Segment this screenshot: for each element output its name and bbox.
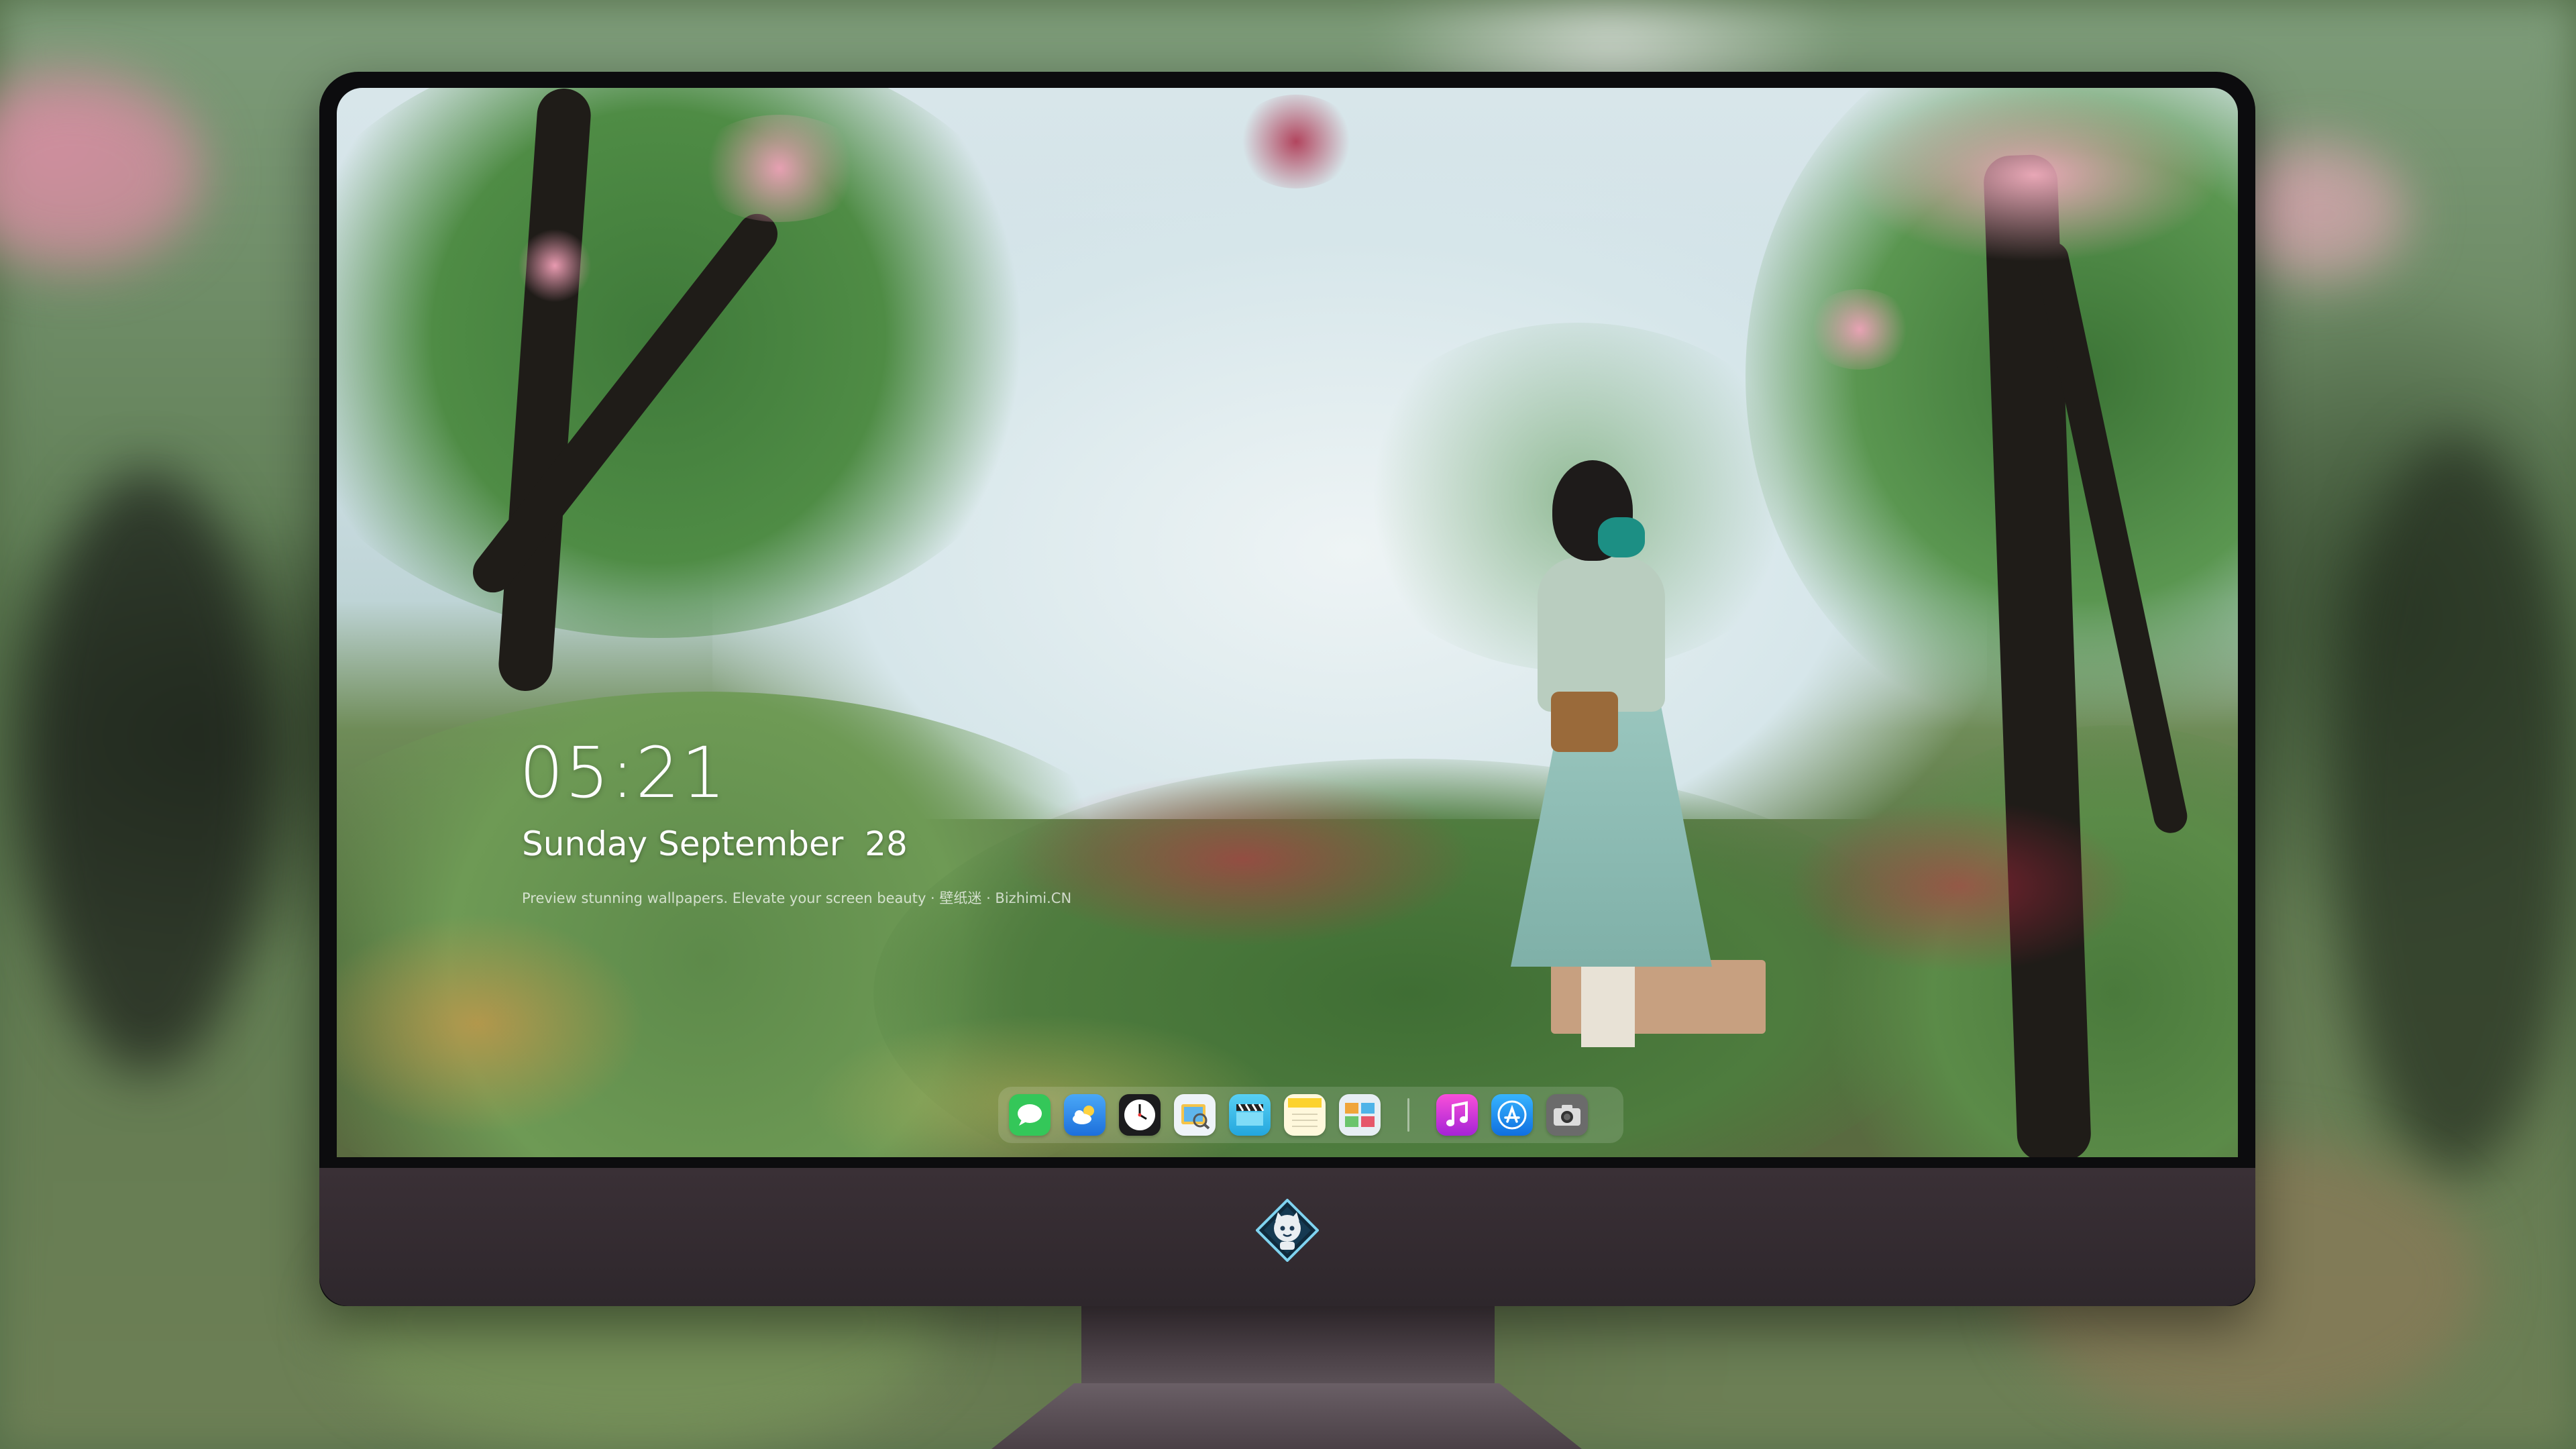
lockscreen-time: 05:21 (519, 732, 727, 814)
clock-icon[interactable] (1119, 1094, 1161, 1136)
notes-icon[interactable] (1284, 1094, 1326, 1136)
messages-icon[interactable] (1009, 1094, 1051, 1136)
monitor-stand-base (991, 1383, 1582, 1449)
wallpaper (337, 88, 2238, 1157)
dock (998, 1087, 1623, 1143)
dock-separator (1407, 1098, 1409, 1132)
preview-icon[interactable] (1174, 1094, 1216, 1136)
app-store-icon[interactable] (1491, 1094, 1533, 1136)
camera-icon[interactable] (1546, 1094, 1588, 1136)
weather-icon[interactable] (1064, 1094, 1106, 1136)
brand-logo-icon (1256, 1199, 1319, 1262)
screen-bottom-edge (319, 1157, 2255, 1168)
music-icon[interactable] (1436, 1094, 1478, 1136)
lockscreen-tagline: Preview stunning wallpapers. Elevate you… (522, 890, 1072, 906)
lockscreen-date: Sunday September 28 (522, 824, 908, 863)
monitor: 05:21 Sunday September 28 Preview stunni… (319, 72, 2255, 1306)
clips-icon[interactable] (1229, 1094, 1271, 1136)
screen: 05:21 Sunday September 28 Preview stunni… (337, 88, 2238, 1157)
photo-booth-icon[interactable] (1339, 1094, 1381, 1136)
monitor-stand (1081, 1306, 1495, 1387)
